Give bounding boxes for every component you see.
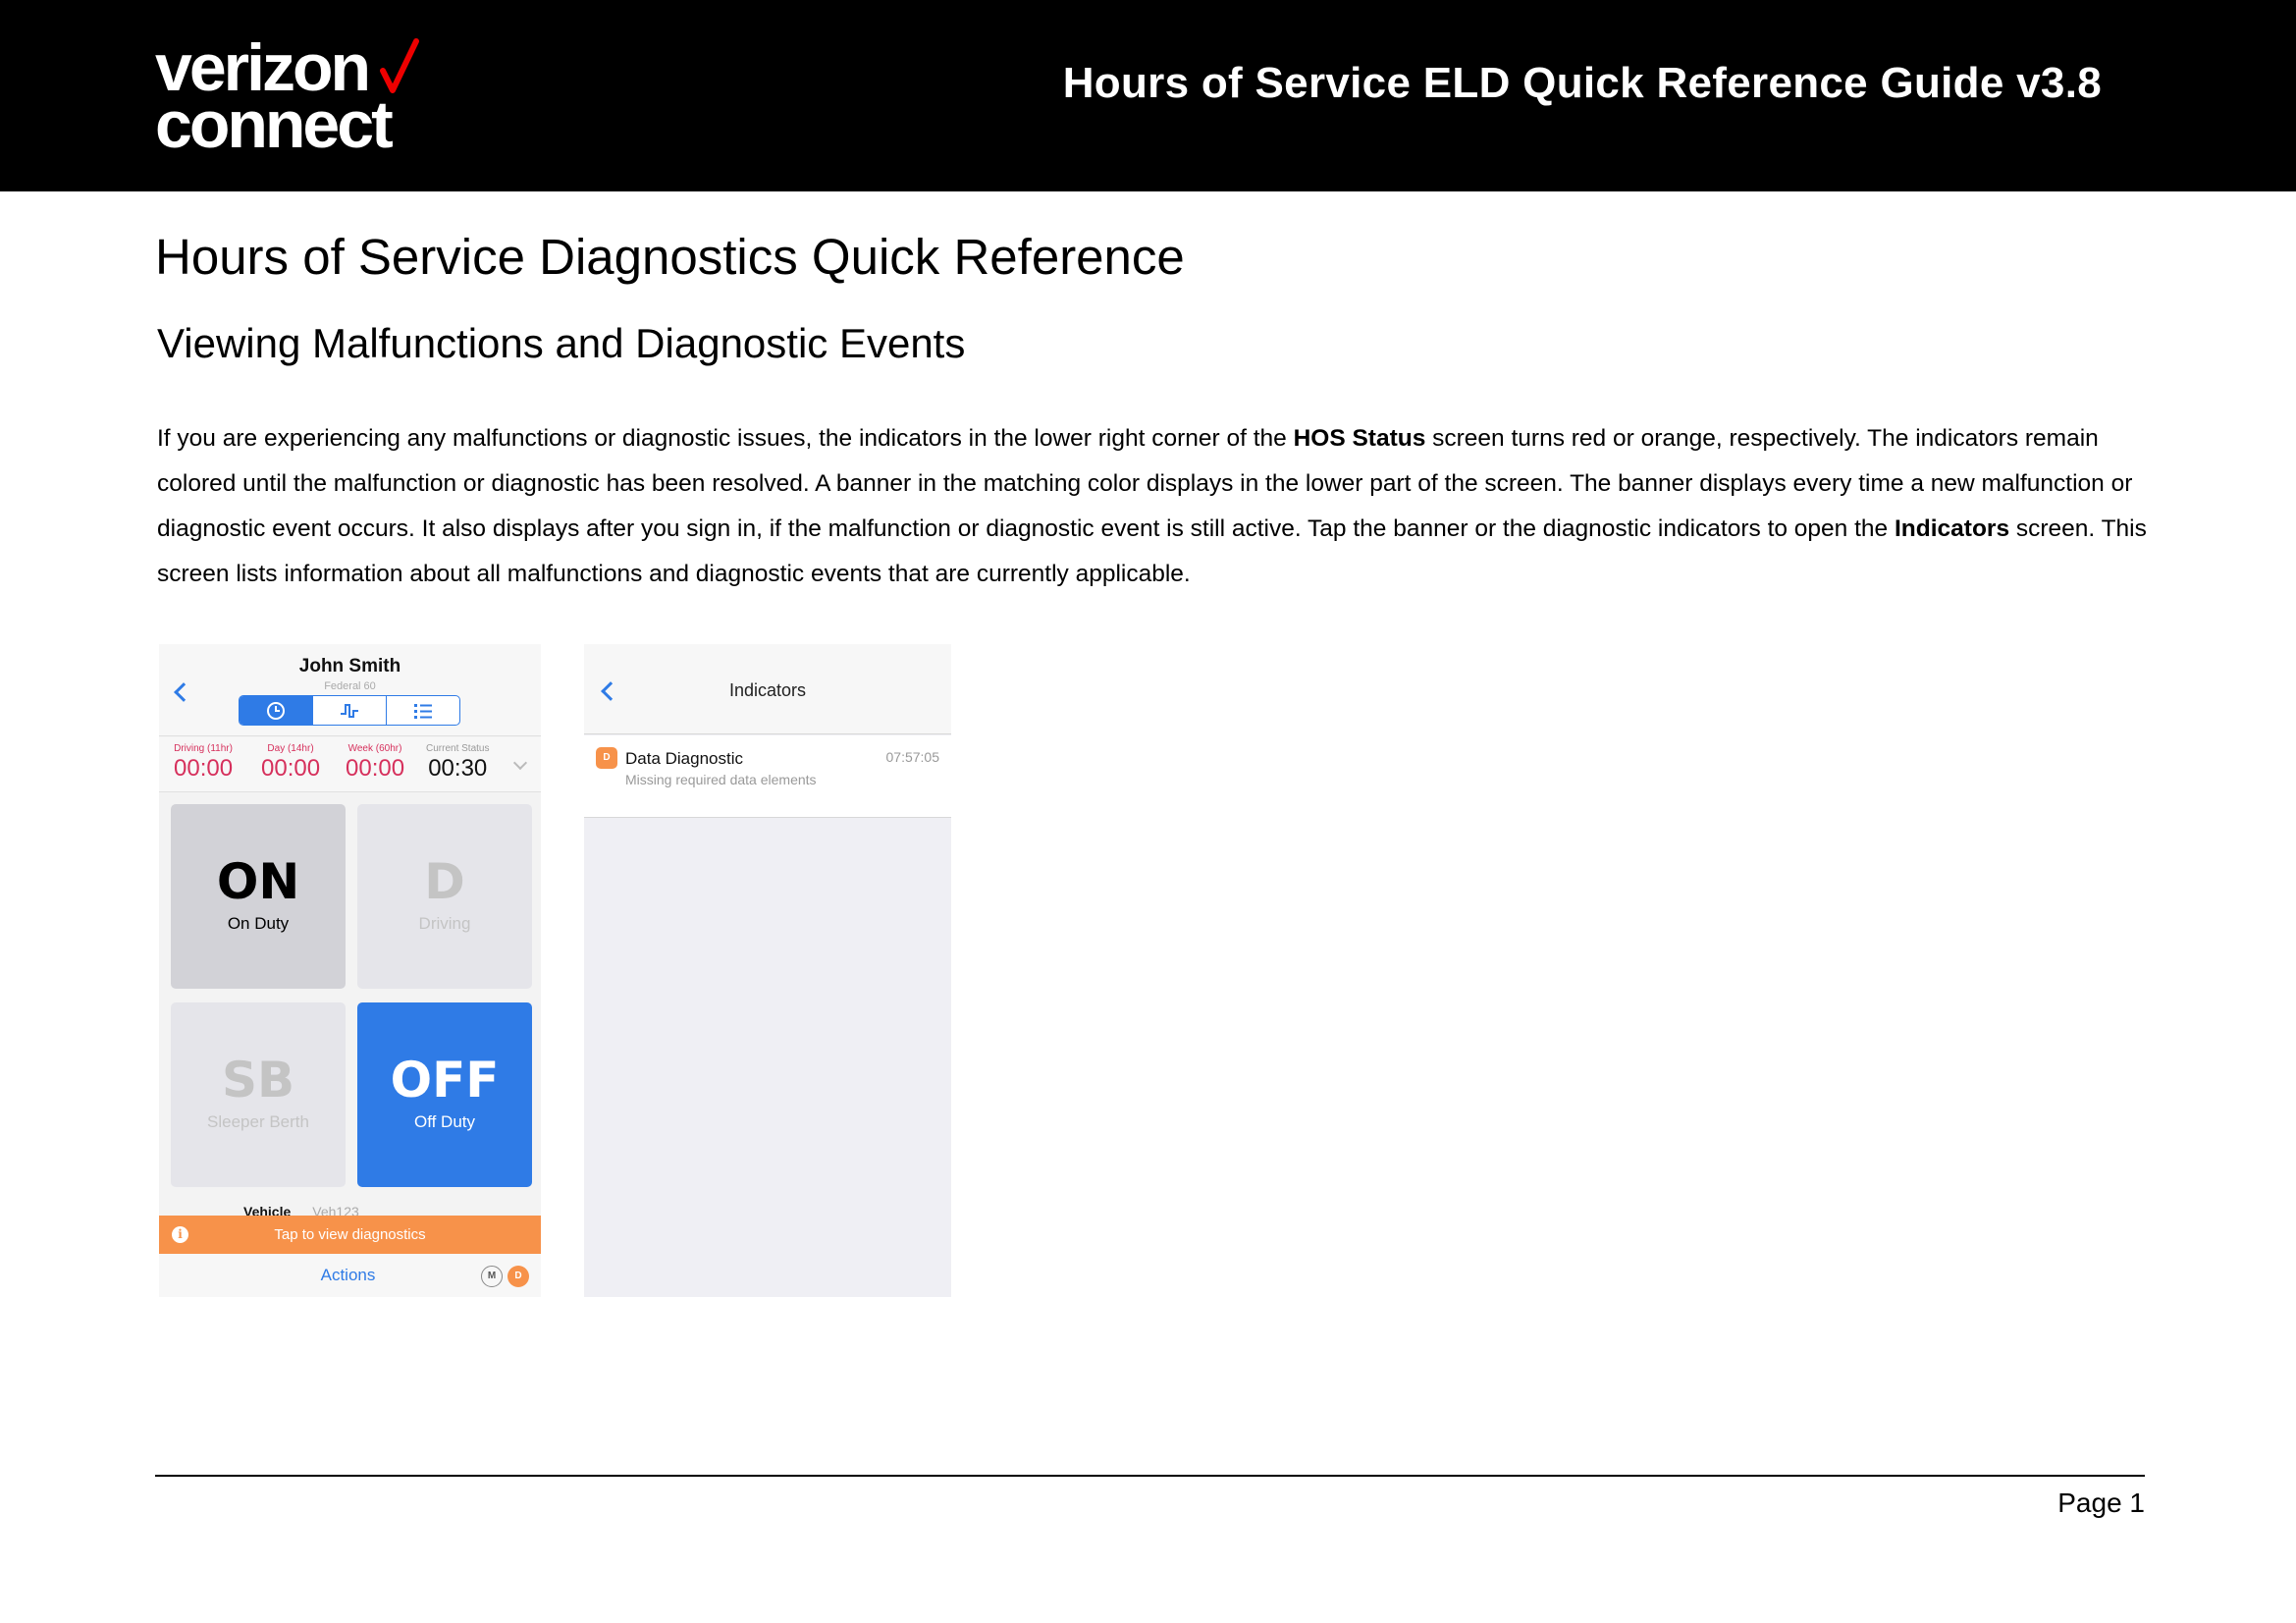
tile-label: On Duty [227, 914, 290, 933]
indicators-header: Indicators [584, 644, 951, 734]
indicator-description: Missing required data elements [625, 772, 817, 787]
timer-label: Current Status [426, 743, 490, 754]
hours-timers[interactable]: Driving (11hr) 00:00 Day (14hr) 00:00 We… [159, 737, 541, 792]
tile-code: OFF [390, 1052, 500, 1109]
timer-label: Driving (11hr) [174, 743, 233, 754]
timer-current-status: Current Status 00:30 [426, 743, 489, 783]
tile-label: Off Duty [413, 1112, 476, 1131]
tile-code: ON [216, 853, 300, 910]
driver-name: John Smith [298, 656, 401, 676]
diagnostic-badge: D [596, 747, 617, 769]
timer-value: 00:00 [174, 755, 234, 782]
tile-label: Sleeper Berth [207, 1112, 309, 1131]
timer-label: Week (60hr) [347, 743, 402, 754]
hos-status-screenshot: John Smith Federal 60 Driving (11hr) 00:… [159, 644, 541, 1297]
status-tile-on-duty[interactable]: ON On Duty [171, 804, 346, 989]
diagnostics-banner[interactable]: i Tap to view diagnostics [159, 1216, 541, 1254]
banner-text: Tap to view diagnostics [274, 1226, 426, 1243]
status-tile-sleeper-berth[interactable]: SB Sleeper Berth [171, 1002, 346, 1187]
ruleset-label: Federal 60 [324, 680, 376, 692]
tab-graph[interactable] [313, 696, 387, 725]
section-heading: Viewing Malfunctions and Diagnostic Even… [157, 320, 966, 366]
tab-list[interactable] [387, 696, 459, 725]
tab-clock[interactable] [240, 696, 313, 725]
indicator-time: 07:57:05 [885, 749, 940, 765]
timer-value: 00:30 [428, 755, 488, 782]
timer-value: 00:00 [261, 755, 321, 782]
diagnostic-indicator[interactable]: D [507, 1266, 529, 1287]
header-bar: verizon connect Hours of Service ELD Qui… [0, 0, 2296, 191]
status-header: John Smith Federal 60 [159, 644, 541, 736]
timer-week: Week (60hr) 00:00 [346, 743, 404, 783]
tile-code: SB [221, 1052, 295, 1109]
indicator-name: Data Diagnostic [625, 749, 744, 768]
status-tile-driving[interactable]: D Driving [357, 804, 532, 989]
page-title: Hours of Service Diagnostics Quick Refer… [155, 229, 1185, 285]
check-mark-icon [380, 38, 419, 93]
page-number: Page 1 [2057, 1488, 2145, 1518]
tile-label: Driving [418, 914, 471, 933]
view-tabs [239, 695, 460, 726]
tile-code: D [424, 853, 465, 910]
body-paragraph: If you are experiencing any malfunctions… [157, 416, 2179, 597]
indicators-screenshot: Indicators D Data Diagnostic 07:57:05 Mi… [584, 644, 951, 1297]
timer-day: Day (14hr) 00:00 [261, 743, 320, 783]
logo-line-2: connect [155, 87, 394, 163]
bold-term-indicators: Indicators [1894, 515, 2010, 542]
timer-value: 00:00 [346, 755, 405, 782]
verizon-connect-logo: verizon connect [155, 34, 419, 163]
status-tile-off-duty[interactable]: OFF Off Duty [357, 1002, 532, 1187]
list-icon [414, 703, 432, 719]
chart-icon [341, 703, 358, 718]
timer-label: Day (14hr) [267, 743, 314, 754]
malfunction-indicator[interactable]: M [481, 1266, 503, 1287]
footer-divider [155, 1475, 2145, 1477]
guide-title: Hours of Service ELD Quick Reference Gui… [1062, 59, 2102, 107]
text-run: If you are experiencing any malfunctions… [157, 425, 1294, 452]
timer-driving: Driving (11hr) 00:00 [174, 743, 233, 783]
indicators-title: Indicators [728, 680, 807, 700]
clock-icon [267, 701, 285, 720]
indicator-list-item[interactable]: D Data Diagnostic 07:57:05 Missing requi… [584, 735, 951, 818]
status-footer: Actions M D [159, 1254, 541, 1297]
bold-term-hos-status: HOS Status [1293, 425, 1426, 452]
